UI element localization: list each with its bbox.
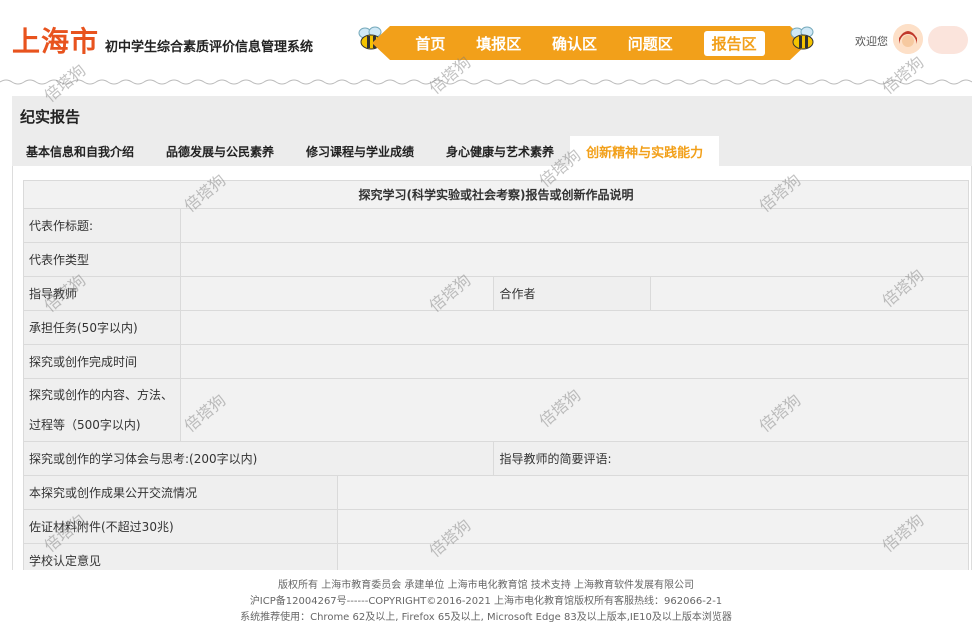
- evidence-value: [336, 509, 970, 544]
- teacher-comment-label: 指导教师的简要评语:: [493, 441, 969, 476]
- teacher-value: [179, 276, 495, 311]
- footer-browser: 系统推荐使用：Chrome 62及以上, Firefox 65及以上, Micr…: [240, 612, 732, 623]
- welcome-text: 欢迎您: [855, 35, 888, 48]
- type-value: [179, 242, 970, 277]
- footer: 版权所有 上海市教育委员会 承建单位 上海市电化教育馆 技术支持 上海教育软件发…: [0, 578, 972, 626]
- teacher-label: 指导教师: [23, 276, 181, 311]
- nav-home[interactable]: 首页: [415, 33, 445, 54]
- logo-city: 上海市: [12, 25, 100, 58]
- school-label: 学校认定意见: [23, 543, 338, 570]
- evidence-label: 佐证材料附件(不超过30兆): [23, 509, 338, 544]
- footer-icp: 沪ICP备12004267号------COPYRIGHT©2016-2021 …: [249, 596, 723, 607]
- partner-value: [650, 276, 969, 311]
- table-caption: 探究学习(科学实验或社会考察)报告或创新作品说明: [23, 180, 969, 209]
- avatar[interactable]: [893, 24, 923, 54]
- tab-courses[interactable]: 修习课程与学业成绩: [290, 136, 430, 166]
- report-tabs: 基本信息和自我介绍 品德发展与公民素养 修习课程与学业成绩 身心健康与艺术素养 …: [12, 136, 972, 166]
- footer-copyright: 版权所有 上海市教育委员会 承建单位 上海市电化教育馆 技术支持 上海教育软件发…: [278, 580, 694, 591]
- title-value: [179, 208, 970, 243]
- content-label-line2: 过程等（500字以内): [29, 418, 141, 432]
- time-value: [179, 344, 970, 379]
- page-title: 纪实报告: [20, 108, 81, 126]
- tab-innovation[interactable]: 创新精神与实践能力: [570, 136, 720, 166]
- header-divider: [0, 79, 972, 85]
- title-label: 代表作标题:: [23, 208, 181, 243]
- partner-label: 合作者: [493, 276, 652, 311]
- task-value: [179, 310, 970, 345]
- tab-health-arts[interactable]: 身心健康与艺术素养: [430, 136, 570, 166]
- bee-right-icon: [790, 26, 814, 50]
- report-table: 探究学习(科学实验或社会考察)报告或创新作品说明 代表作标题: 代表作类型 指导…: [22, 180, 970, 570]
- content-label-line1: 探究或创作的内容、方法、: [29, 388, 174, 402]
- type-label: 代表作类型: [23, 242, 181, 277]
- nav-report[interactable]: 报告区: [703, 30, 765, 56]
- content-label: 探究或创作的内容、方法、 过程等（500字以内): [23, 378, 181, 442]
- content-value: [179, 378, 970, 442]
- tab-basic-info[interactable]: 基本信息和自我介绍: [12, 136, 150, 166]
- tab-morality[interactable]: 品德发展与公民素养: [150, 136, 290, 166]
- school-value: [336, 543, 970, 570]
- task-label: 承担任务(50字以内): [23, 310, 181, 345]
- public-value: [336, 475, 970, 510]
- page-header: 纪实报告: [12, 96, 972, 136]
- main-nav: 首页 填报区 确认区 问题区 报告区: [372, 26, 808, 60]
- nav-confirm[interactable]: 确认区: [552, 33, 597, 54]
- nav-issues[interactable]: 问题区: [628, 33, 673, 54]
- system-name: 初中学生综合素质评价信息管理系统: [105, 40, 314, 55]
- header: 上海市 初中学生综合素质评价信息管理系统 首页 填报区 确认区 问题区 报告区 …: [0, 0, 972, 85]
- user-menu[interactable]: [928, 26, 968, 54]
- public-label: 本探究或创作成果公开交流情况: [23, 475, 338, 510]
- time-label: 探究或创作完成时间: [23, 344, 181, 379]
- logo: 上海市 初中学生综合素质评价信息管理系统: [12, 20, 313, 60]
- reflection-label: 探究或创作的学习体会与思考:(200字以内): [22, 441, 495, 476]
- nav-fill[interactable]: 填报区: [476, 33, 521, 54]
- report-content: 探究学习(科学实验或社会考察)报告或创新作品说明 代表作标题: 代表作类型 指导…: [12, 166, 972, 570]
